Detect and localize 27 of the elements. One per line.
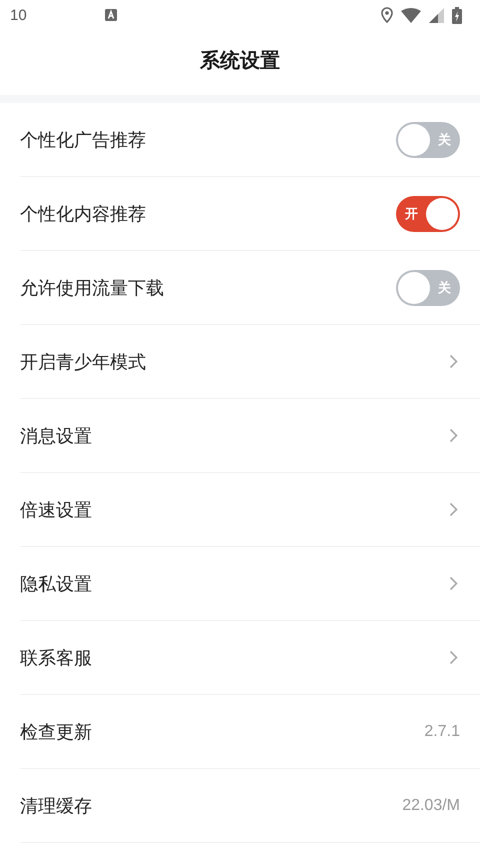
setting-label: 消息设置 <box>20 424 92 448</box>
wifi-icon <box>401 8 421 22</box>
setting-label: 检查更新 <box>20 720 92 744</box>
battery-icon <box>452 6 462 24</box>
toggle-switch[interactable]: 关 <box>396 270 460 306</box>
setting-label: 允许使用流量下载 <box>20 276 164 300</box>
setting-label: 个性化内容推荐 <box>20 202 146 226</box>
setting-label: 联系客服 <box>20 646 92 670</box>
setting-value: 2.7.1 <box>424 722 460 740</box>
setting-label: 倍速设置 <box>20 498 92 522</box>
status-time: 10 <box>10 6 27 24</box>
setting-label: 隐私设置 <box>20 572 92 596</box>
chevron-right-icon[interactable] <box>449 502 458 517</box>
setting-label: 清理缓存 <box>20 794 92 818</box>
toggle-switch[interactable]: 关 <box>396 122 460 158</box>
location-icon <box>381 7 393 23</box>
chevron-right-icon[interactable] <box>449 354 458 369</box>
toggle-switch[interactable]: 开 <box>396 196 460 232</box>
setting-label: 个性化广告推荐 <box>20 128 146 152</box>
setting-value: 22.03/M <box>402 796 460 814</box>
chevron-right-icon[interactable] <box>449 576 458 591</box>
setting-label: 开启青少年模式 <box>20 350 146 374</box>
page-title: 系统设置 <box>200 47 280 74</box>
chevron-right-icon[interactable] <box>449 428 458 443</box>
signal-icon <box>429 8 444 22</box>
notification-icon <box>104 9 117 21</box>
chevron-right-icon[interactable] <box>449 650 458 665</box>
